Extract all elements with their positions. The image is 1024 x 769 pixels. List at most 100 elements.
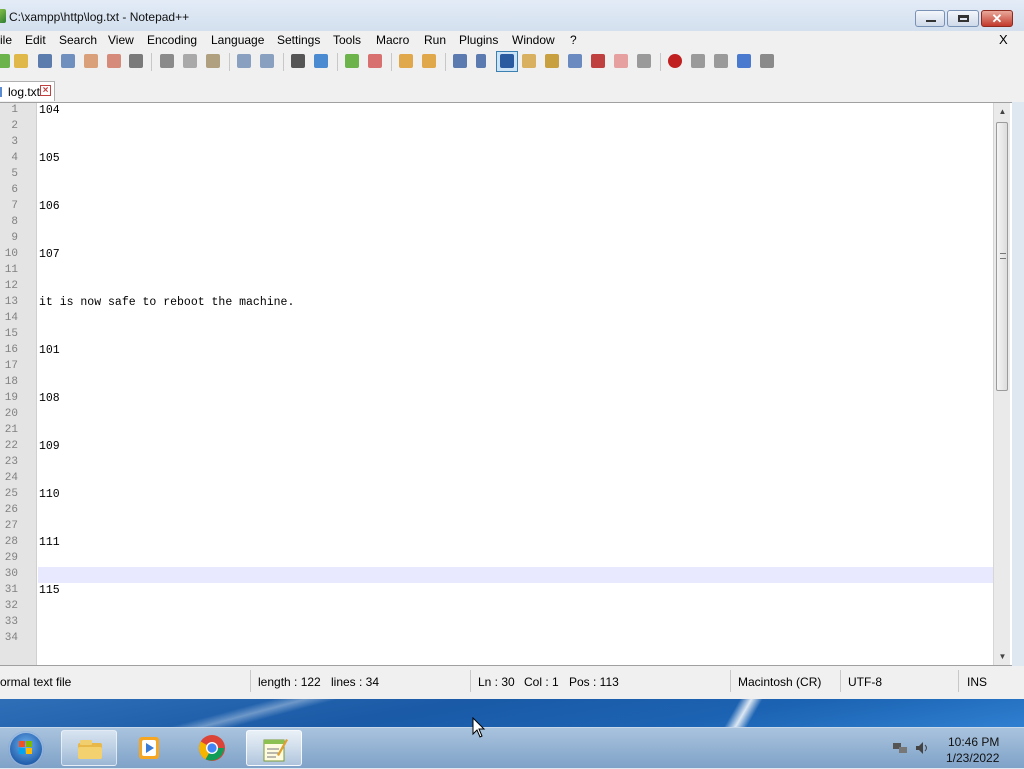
word-wrap-icon[interactable] bbox=[453, 54, 467, 68]
code-line[interactable]: 107 bbox=[39, 248, 60, 261]
sync-horizontal-icon[interactable] bbox=[422, 54, 436, 68]
code-line[interactable]: 106 bbox=[39, 200, 60, 213]
menu-tools[interactable]: Tools bbox=[333, 33, 361, 47]
minimize-button[interactable] bbox=[915, 10, 945, 27]
close-file-icon[interactable] bbox=[84, 54, 98, 68]
status-separator bbox=[730, 670, 731, 692]
undo-icon[interactable] bbox=[237, 54, 251, 68]
sync-vertical-icon[interactable] bbox=[399, 54, 413, 68]
replace-icon[interactable] bbox=[314, 54, 328, 68]
redo-icon[interactable] bbox=[260, 54, 274, 68]
close-button[interactable]: ✕ bbox=[981, 10, 1013, 27]
menu-view[interactable]: View bbox=[108, 33, 134, 47]
line-number: 26 bbox=[4, 504, 18, 516]
open-file-icon[interactable] bbox=[14, 54, 28, 68]
mouse-cursor-icon bbox=[472, 717, 486, 738]
tab-label: log.txt bbox=[8, 85, 41, 99]
menu-file[interactable]: ile bbox=[0, 33, 12, 47]
user-language-icon[interactable] bbox=[522, 54, 536, 68]
code-line[interactable]: 109 bbox=[39, 440, 60, 453]
close-all-icon[interactable] bbox=[107, 54, 121, 68]
record-macro-icon[interactable] bbox=[668, 54, 682, 68]
print-icon[interactable] bbox=[129, 54, 143, 68]
line-number: 10 bbox=[4, 248, 18, 260]
folder-as-workspace-icon[interactable] bbox=[591, 54, 605, 68]
scrollbar-thumb[interactable] bbox=[996, 122, 1008, 391]
code-line[interactable]: it is now safe to reboot the machine. bbox=[39, 296, 294, 309]
title-bar: C:\xampp\http\log.txt - Notepad++ ✕ bbox=[0, 0, 1024, 32]
taskbar-media-player[interactable] bbox=[122, 730, 178, 766]
clock-date[interactable]: 1/23/2022 bbox=[946, 751, 999, 765]
menu-encoding[interactable]: Encoding bbox=[147, 33, 197, 47]
zoom-out-icon[interactable] bbox=[368, 54, 382, 68]
line-number: 23 bbox=[4, 456, 18, 468]
stop-macro-icon[interactable] bbox=[691, 54, 705, 68]
cut-icon[interactable] bbox=[160, 54, 174, 68]
taskbar-notepad-plus-plus[interactable] bbox=[246, 730, 302, 766]
indent-guide-button[interactable] bbox=[496, 51, 518, 72]
save-all-icon[interactable] bbox=[61, 54, 75, 68]
find-icon[interactable] bbox=[291, 54, 305, 68]
code-line[interactable]: 104 bbox=[39, 104, 60, 117]
clock-time[interactable]: 10:46 PM bbox=[948, 735, 999, 749]
volume-icon[interactable] bbox=[914, 740, 930, 756]
scroll-down-icon[interactable]: ▼ bbox=[994, 648, 1011, 665]
paste-icon[interactable] bbox=[206, 54, 220, 68]
grip-icon bbox=[1000, 253, 1006, 259]
status-insert-mode: INS bbox=[967, 675, 988, 689]
line-number: 7 bbox=[11, 200, 18, 212]
line-number: 31 bbox=[4, 584, 18, 596]
tab-close-icon[interactable]: × bbox=[40, 85, 51, 96]
menu-window[interactable]: Window bbox=[512, 33, 555, 47]
menu-language[interactable]: Language bbox=[211, 33, 264, 47]
monitoring-icon[interactable] bbox=[614, 54, 628, 68]
menu-edit[interactable]: Edit bbox=[25, 33, 46, 47]
close-document-button[interactable]: X bbox=[999, 32, 1008, 47]
document-map-icon[interactable] bbox=[545, 54, 559, 68]
show-all-characters-icon[interactable] bbox=[476, 54, 486, 68]
taskbar-explorer[interactable] bbox=[61, 730, 117, 766]
code-line[interactable]: 115 bbox=[39, 584, 60, 597]
menu-settings[interactable]: Settings bbox=[277, 33, 320, 47]
run-macro-multiple-icon[interactable] bbox=[737, 54, 751, 68]
zoom-in-icon[interactable] bbox=[345, 54, 359, 68]
menu-macro[interactable]: Macro bbox=[376, 33, 409, 47]
tab-log-txt[interactable]: log.txt × bbox=[0, 81, 55, 101]
save-macro-icon[interactable] bbox=[760, 54, 774, 68]
desktop-wallpaper bbox=[0, 699, 1024, 727]
chrome-icon bbox=[198, 735, 225, 761]
menu-search[interactable]: Search bbox=[59, 33, 97, 47]
new-file-icon[interactable] bbox=[0, 54, 10, 68]
code-line[interactable]: 101 bbox=[39, 344, 60, 357]
menu-run[interactable]: Run bbox=[424, 33, 446, 47]
menu-plugins[interactable]: Plugins bbox=[459, 33, 498, 47]
start-button[interactable] bbox=[8, 731, 44, 767]
save-icon[interactable] bbox=[38, 54, 52, 68]
scroll-up-icon[interactable]: ▲ bbox=[994, 103, 1011, 120]
line-number: 25 bbox=[4, 488, 18, 500]
status-separator bbox=[840, 670, 841, 692]
window-title: C:\xampp\http\log.txt - Notepad++ bbox=[9, 10, 190, 24]
eye-icon[interactable] bbox=[637, 54, 651, 68]
toolbar-separator bbox=[283, 53, 284, 71]
copy-icon[interactable] bbox=[183, 54, 197, 68]
line-number: 6 bbox=[11, 184, 18, 196]
code-line[interactable]: 108 bbox=[39, 392, 60, 405]
code-line[interactable]: 110 bbox=[39, 488, 60, 501]
network-icon[interactable] bbox=[892, 740, 908, 756]
code-line[interactable]: 105 bbox=[39, 152, 60, 165]
maximize-button[interactable] bbox=[947, 10, 979, 27]
function-list-icon[interactable] bbox=[568, 54, 582, 68]
editor[interactable]: 1 2 3 4 5 6 7 8 9 10 11 12 13 14 15 16 17 18 19 20 21 22 23 24 2… bbox=[0, 102, 1012, 666]
line-number: 29 bbox=[4, 552, 18, 564]
menu-help[interactable]: ? bbox=[570, 33, 577, 47]
taskbar: 10:46 PM 1/23/2022 bbox=[0, 727, 1024, 768]
taskbar-chrome[interactable] bbox=[184, 730, 240, 766]
play-macro-icon[interactable] bbox=[714, 54, 728, 68]
line-number: 32 bbox=[4, 600, 18, 612]
vertical-scrollbar[interactable]: ▲ ▼ bbox=[993, 103, 1010, 665]
windows-explorer-icon bbox=[78, 740, 102, 759]
code-line[interactable]: 111 bbox=[39, 536, 60, 549]
status-length: length : 122 bbox=[258, 675, 321, 689]
line-number: 14 bbox=[4, 312, 18, 324]
